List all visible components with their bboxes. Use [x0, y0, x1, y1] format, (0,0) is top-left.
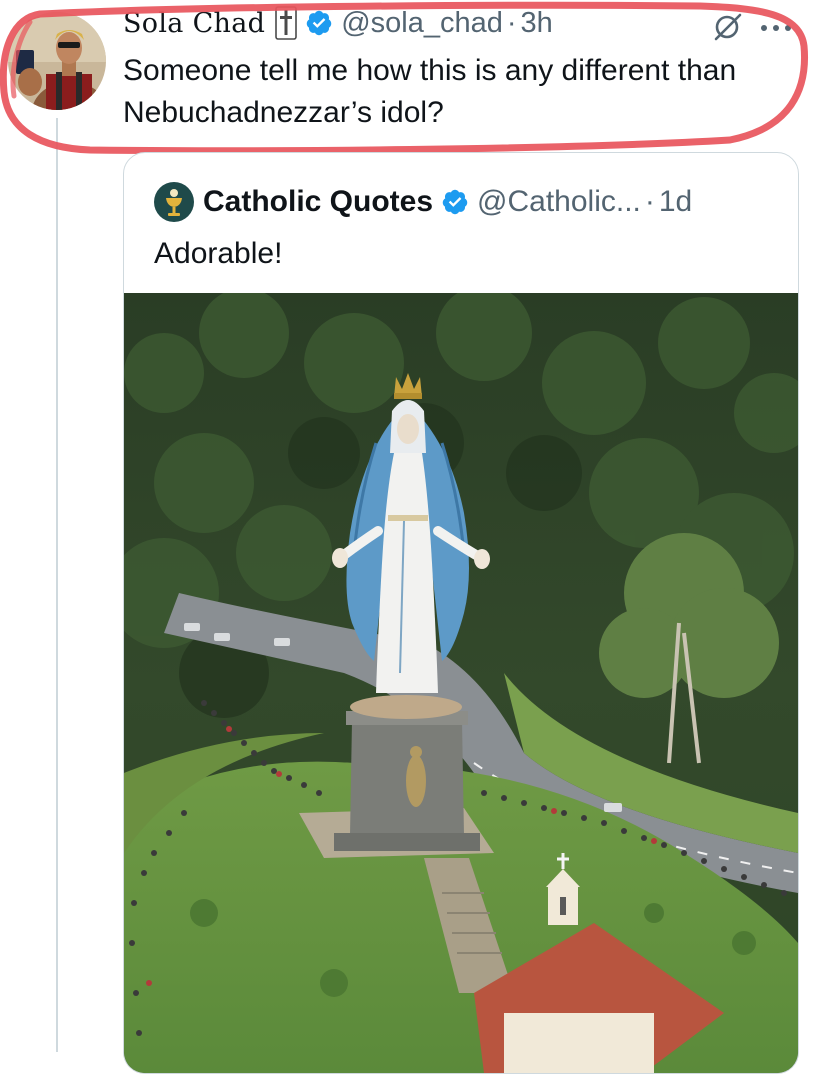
quoted-post-card[interactable]: Catholic Quotes @Catholic... · 1d Adorab… — [123, 152, 799, 1074]
quoted-post-text: Adorable! — [154, 237, 283, 270]
header-separator: · — [506, 6, 517, 39]
author-avatar[interactable] — [8, 12, 106, 110]
verified-badge-icon — [305, 9, 333, 37]
quoted-author-handle[interactable]: @Catholic... — [477, 185, 641, 219]
quoted-post-header: Catholic Quotes @Catholic... · 1d — [154, 181, 692, 223]
author-display-name[interactable]: Sola Chad — [123, 10, 265, 37]
quoted-author-name[interactable]: Catholic Quotes — [203, 185, 433, 219]
author-handle[interactable]: @sola_chad — [341, 8, 503, 38]
verified-badge-icon — [441, 188, 469, 216]
grok-icon[interactable] — [712, 10, 744, 47]
thread-connector-line — [56, 118, 58, 1052]
more-horizontal-icon[interactable] — [758, 20, 794, 38]
cross-badge-icon — [275, 6, 298, 40]
quoted-post-timestamp[interactable]: 1d — [659, 185, 692, 219]
post-timestamp[interactable]: 3h — [521, 8, 553, 38]
post-text: Someone tell me how this is any differen… — [123, 54, 737, 129]
quoted-post-photo[interactable] — [124, 293, 798, 1073]
chalice-avatar[interactable] — [154, 182, 194, 222]
quoted-header-separator: · — [644, 185, 655, 218]
